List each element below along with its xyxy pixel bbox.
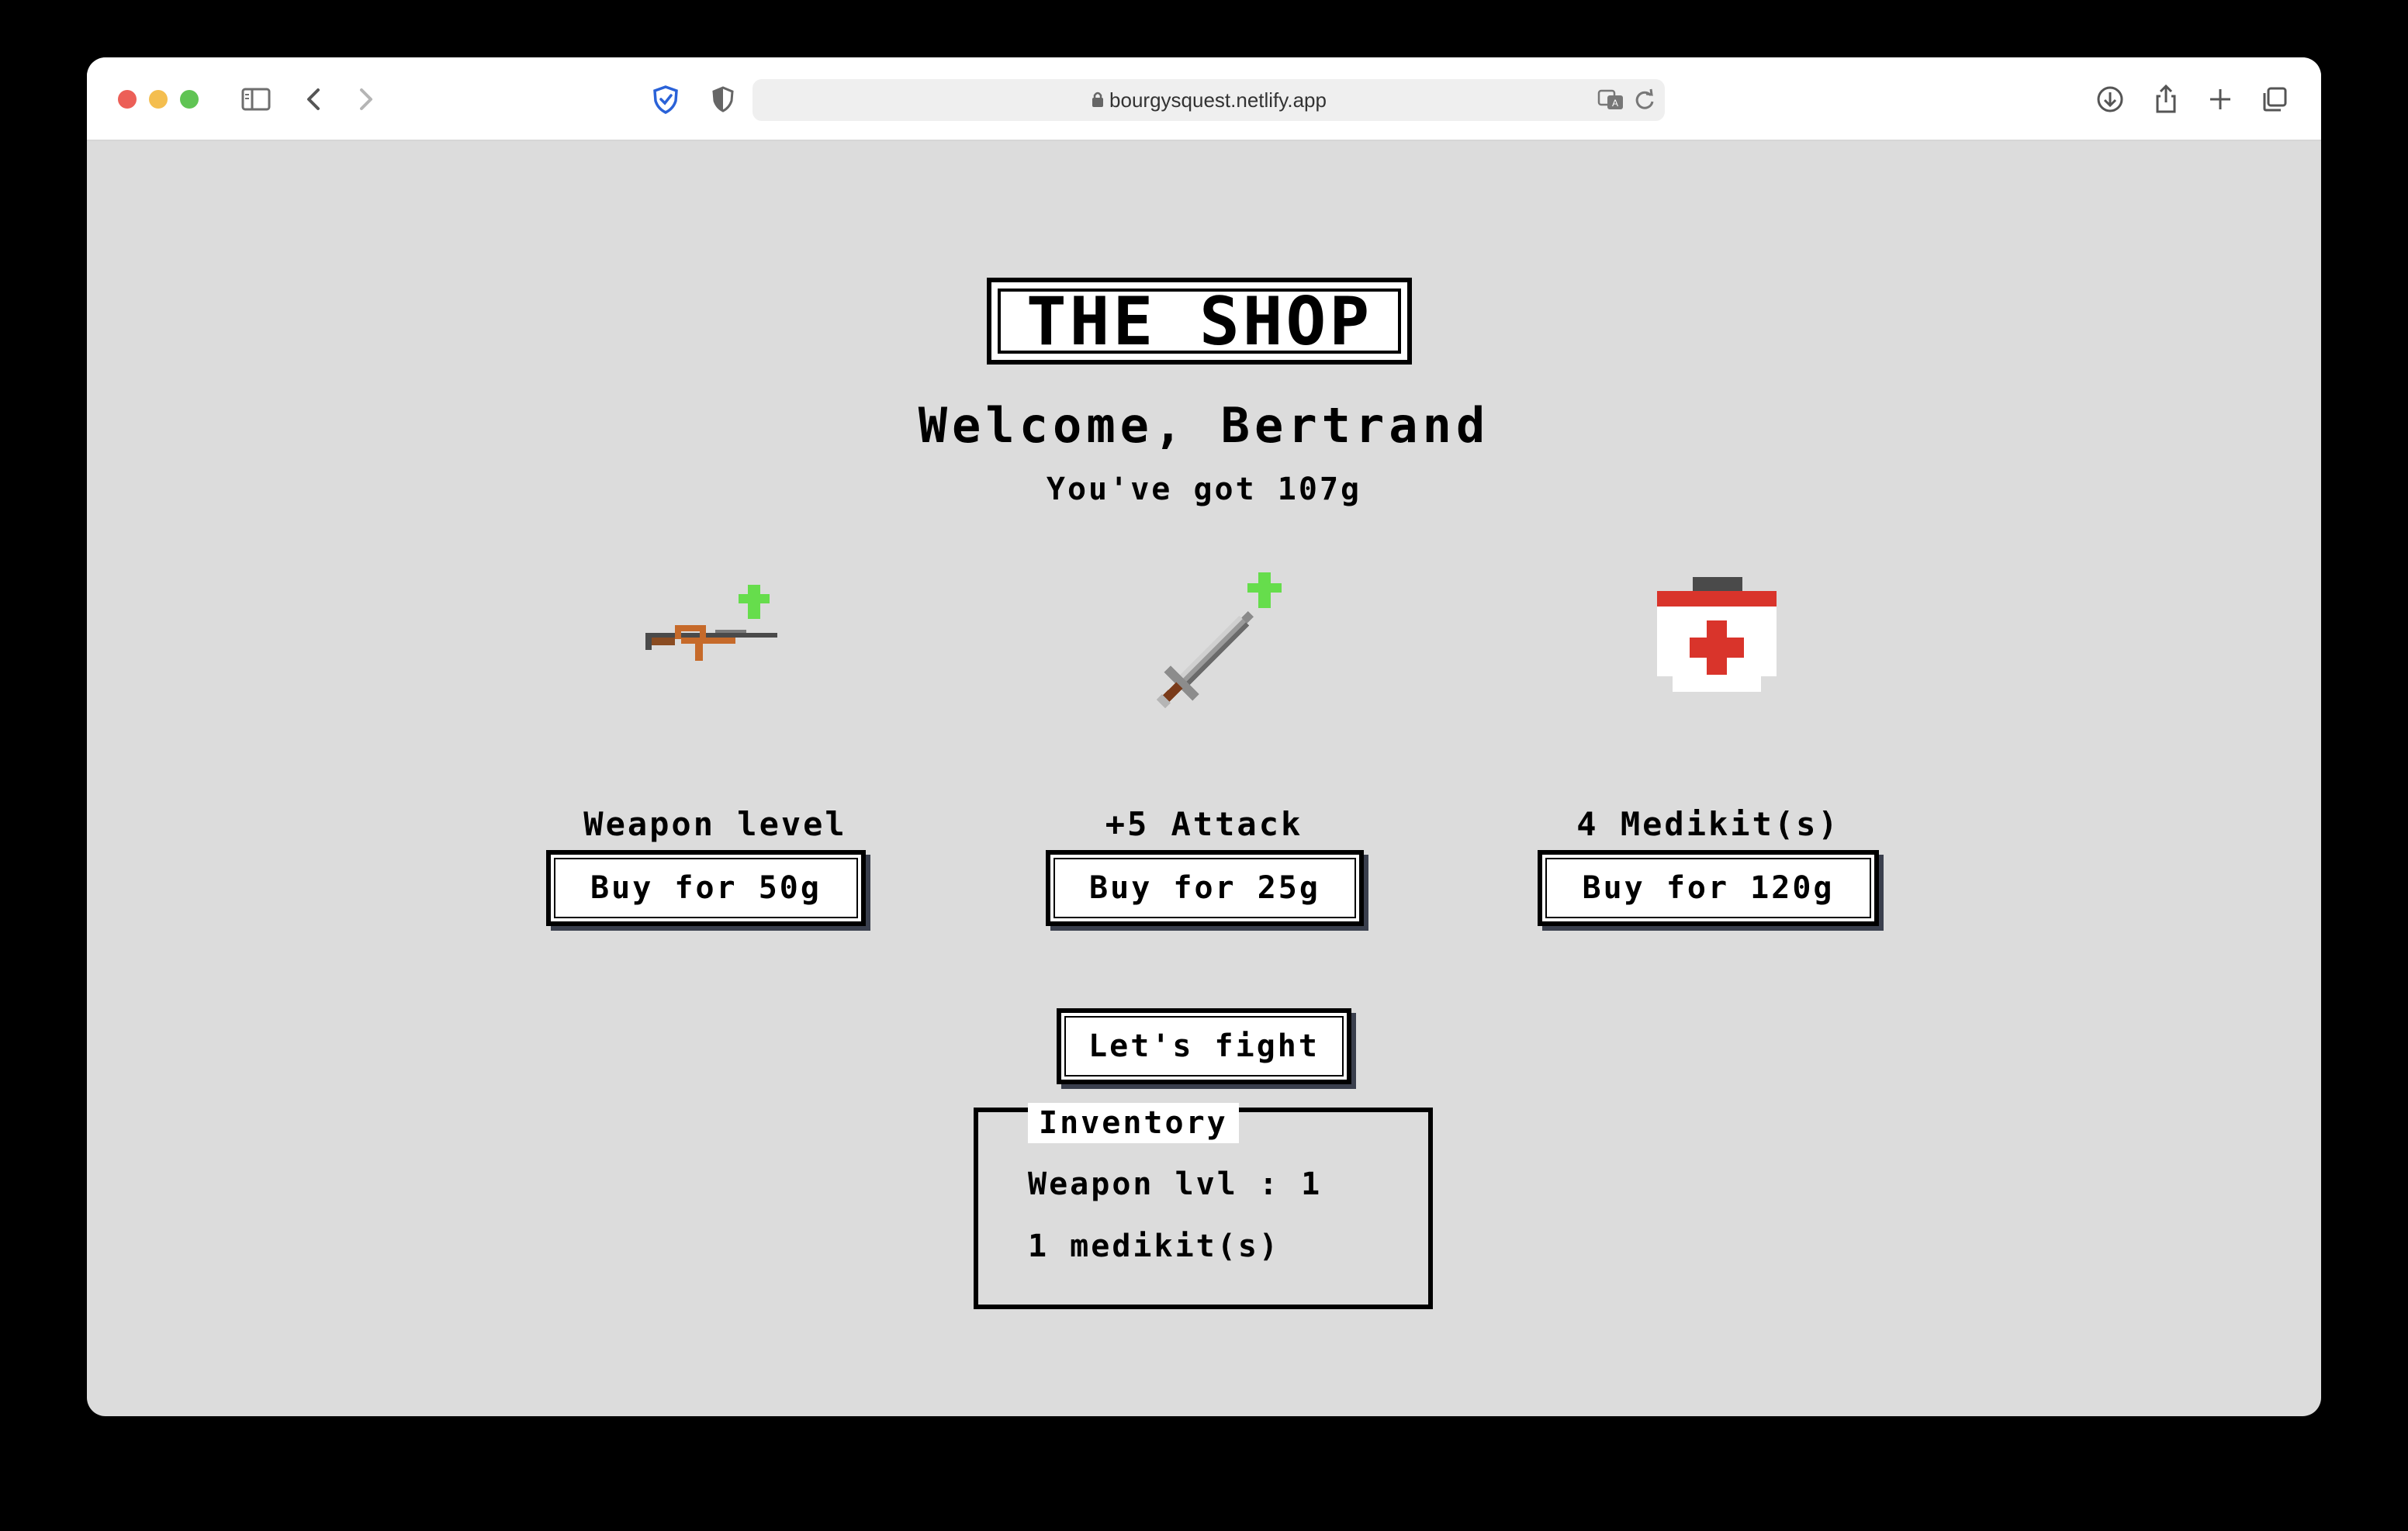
lets-fight-button[interactable]: Let's fight bbox=[1057, 1008, 1351, 1084]
minimize-window-button[interactable] bbox=[149, 90, 168, 109]
buy-attack-button[interactable]: Buy for 25g bbox=[1046, 850, 1364, 926]
item-label-weapon: Weapon level bbox=[583, 805, 847, 843]
buy-weapon-button[interactable]: Buy for 50g bbox=[546, 850, 866, 926]
forward-icon[interactable] bbox=[346, 81, 383, 118]
browser-window: bourgysquest.netlify.app A THE SHOP Welc… bbox=[87, 57, 2321, 1416]
rifle-upgrade-icon bbox=[638, 569, 793, 686]
shop-page: THE SHOP Welcome, Bertrand You've got 10… bbox=[87, 141, 2321, 1416]
page-title: THE SHOP bbox=[998, 289, 1401, 355]
item-label-medikit: 4 Medikit(s) bbox=[1576, 805, 1840, 843]
downloads-icon[interactable] bbox=[2091, 81, 2129, 118]
buy-medikit-button[interactable]: Buy for 120g bbox=[1538, 850, 1879, 926]
browser-toolbar: bourgysquest.netlify.app A bbox=[87, 57, 2321, 141]
inventory-medikits: 1 medikit(s) bbox=[1028, 1229, 1280, 1264]
inventory-panel: Inventory Weapon lvl : 1 1 medikit(s) bbox=[974, 1103, 1433, 1309]
sword-upgrade-icon bbox=[1142, 569, 1297, 717]
medikit-icon bbox=[1646, 577, 1786, 701]
shop-title-box: THE SHOP bbox=[987, 278, 1412, 365]
tab-overview-icon[interactable] bbox=[2256, 81, 2293, 118]
sidebar-toggle-icon[interactable] bbox=[237, 81, 275, 118]
inventory-weapon-level: Weapon lvl : 1 bbox=[1028, 1166, 1323, 1202]
inventory-title: Inventory bbox=[1028, 1103, 1239, 1143]
welcome-heading: Welcome, Bertrand bbox=[918, 397, 1490, 454]
reload-icon[interactable] bbox=[1626, 81, 1663, 119]
item-label-attack: +5 Attack bbox=[1105, 805, 1303, 843]
lock-icon bbox=[1091, 81, 1105, 123]
url-text: bourgysquest.netlify.app bbox=[1109, 88, 1327, 112]
close-window-button[interactable] bbox=[118, 90, 137, 109]
privacy-shield-icon[interactable] bbox=[647, 81, 684, 118]
share-icon[interactable] bbox=[2147, 81, 2185, 118]
zoom-window-button[interactable] bbox=[180, 90, 199, 109]
gold-balance: You've got 107g bbox=[1046, 472, 1362, 507]
translate-icon[interactable]: A bbox=[1592, 81, 1629, 119]
address-bar[interactable]: bourgysquest.netlify.app A bbox=[752, 79, 1665, 121]
content-blocker-icon[interactable] bbox=[704, 81, 742, 118]
new-tab-icon[interactable] bbox=[2202, 81, 2239, 118]
svg-text:A: A bbox=[1612, 98, 1618, 109]
back-icon[interactable] bbox=[296, 81, 334, 118]
